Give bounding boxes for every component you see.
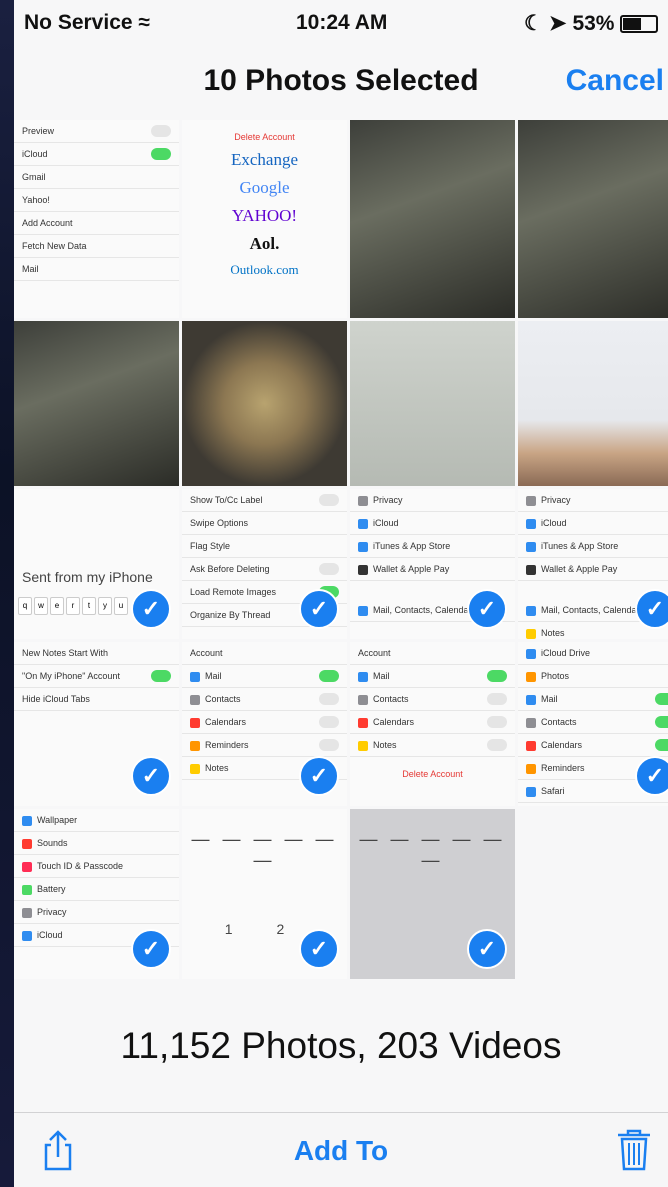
checkmark-icon: ✓ bbox=[131, 929, 171, 969]
checkmark-icon: ✓ bbox=[131, 756, 171, 796]
checkmark-icon: ✓ bbox=[635, 589, 668, 629]
photo-thumbnail[interactable]: Privacy iCloud iTunes & App Store Wallet… bbox=[350, 489, 515, 639]
checkmark-icon: ✓ bbox=[467, 929, 507, 969]
photo-thumbnail[interactable]: Wallpaper Sounds Touch ID & Passcode Bat… bbox=[14, 809, 179, 979]
checkmark-icon: ✓ bbox=[635, 756, 668, 796]
checkmark-icon: ✓ bbox=[467, 589, 507, 629]
empty-grid-slot bbox=[518, 809, 668, 979]
delete-button[interactable] bbox=[614, 1127, 654, 1173]
wifi-icon: ≈ bbox=[138, 11, 150, 34]
battery-icon bbox=[620, 14, 659, 33]
photo-thumbnail[interactable]: Account Mail Contacts Calendars Notes De… bbox=[350, 642, 515, 806]
status-bar: No Service ≈ 10:24 AM ☾ ➤ 53% bbox=[14, 0, 668, 46]
photo-thumbnail[interactable]: iCloud Drive Photos Mail Contacts Calend… bbox=[518, 642, 668, 806]
photo-thumbnail[interactable]: Show To/Cc Label Swipe Options Flag Styl… bbox=[182, 489, 347, 639]
battery-percent: 53% bbox=[572, 11, 615, 35]
moon-icon: ☾ bbox=[524, 12, 543, 35]
photo-thumbnail[interactable] bbox=[14, 321, 179, 486]
grid-column-3: Privacy iCloud iTunes & App Store Wallet… bbox=[350, 120, 515, 990]
clock: 10:24 AM bbox=[296, 11, 388, 34]
location-icon: ➤ bbox=[548, 12, 567, 35]
photo-thumbnail[interactable]: Privacy iCloud iTunes & App Store Wallet… bbox=[518, 489, 668, 639]
yahoo-logo: YAHOO! bbox=[231, 206, 298, 225]
status-right: ☾ ➤ 53% bbox=[524, 11, 659, 36]
cancel-button[interactable]: Cancel bbox=[566, 64, 664, 98]
outlook-logo: Outlook.com bbox=[230, 262, 299, 277]
photo-thumbnail[interactable]: — — — — — — ✓ bbox=[350, 809, 515, 979]
photo-thumbnail[interactable]: Sent from my iPhone qwertyu ✓ bbox=[14, 489, 179, 639]
google-logo: Google bbox=[239, 178, 290, 197]
trash-icon bbox=[618, 1129, 650, 1171]
add-to-button[interactable]: Add To bbox=[14, 1135, 668, 1167]
photo-thumbnail[interactable]: Preview iCloud Gmail Yahoo! Add Account … bbox=[14, 120, 179, 318]
grid-column-1: Preview iCloud Gmail Yahoo! Add Account … bbox=[14, 120, 179, 990]
photo-thumbnail[interactable]: Delete Account Exchange Google YAHOO! Ao… bbox=[182, 120, 347, 318]
photos-screen: No Service ≈ 10:24 AM ☾ ➤ 53% 10 Photos … bbox=[14, 0, 668, 1187]
nav-bar: 10 Photos Selected Cancel bbox=[14, 50, 668, 116]
photo-thumbnail[interactable]: — — — — — — 1 2 ✓ bbox=[182, 809, 347, 979]
carrier-label: No Service ≈ bbox=[24, 11, 150, 34]
exchange-logo: Exchange bbox=[230, 150, 299, 169]
aol-logo: Aol. bbox=[249, 234, 280, 253]
photo-thumbnail[interactable] bbox=[518, 120, 668, 318]
photo-thumbnail[interactable] bbox=[350, 321, 515, 486]
grid-column-2: Delete Account Exchange Google YAHOO! Ao… bbox=[182, 120, 347, 990]
photo-thumbnail[interactable]: Account Mail Contacts Calendars Reminder… bbox=[182, 642, 347, 806]
checkmark-icon: ✓ bbox=[299, 589, 339, 629]
delete-account-label: Delete Account bbox=[234, 132, 295, 142]
photo-thumbnail[interactable] bbox=[350, 120, 515, 318]
photo-grid: Preview iCloud Gmail Yahoo! Add Account … bbox=[14, 120, 668, 990]
checkmark-icon: ✓ bbox=[299, 929, 339, 969]
bottom-toolbar: Add To bbox=[14, 1112, 668, 1187]
grid-column-4: Privacy iCloud iTunes & App Store Wallet… bbox=[518, 120, 668, 990]
photo-thumbnail[interactable] bbox=[182, 321, 347, 486]
sent-from-text: Sent from my iPhone bbox=[22, 569, 153, 585]
delete-account-label: Delete Account bbox=[402, 769, 463, 779]
photo-thumbnail[interactable] bbox=[518, 321, 668, 486]
photo-thumbnail[interactable]: New Notes Start With "On My iPhone" Acco… bbox=[14, 642, 179, 806]
checkmark-icon: ✓ bbox=[131, 589, 171, 629]
checkmark-icon: ✓ bbox=[299, 756, 339, 796]
library-count: 11,152 Photos, 203 Videos bbox=[120, 1025, 562, 1066]
